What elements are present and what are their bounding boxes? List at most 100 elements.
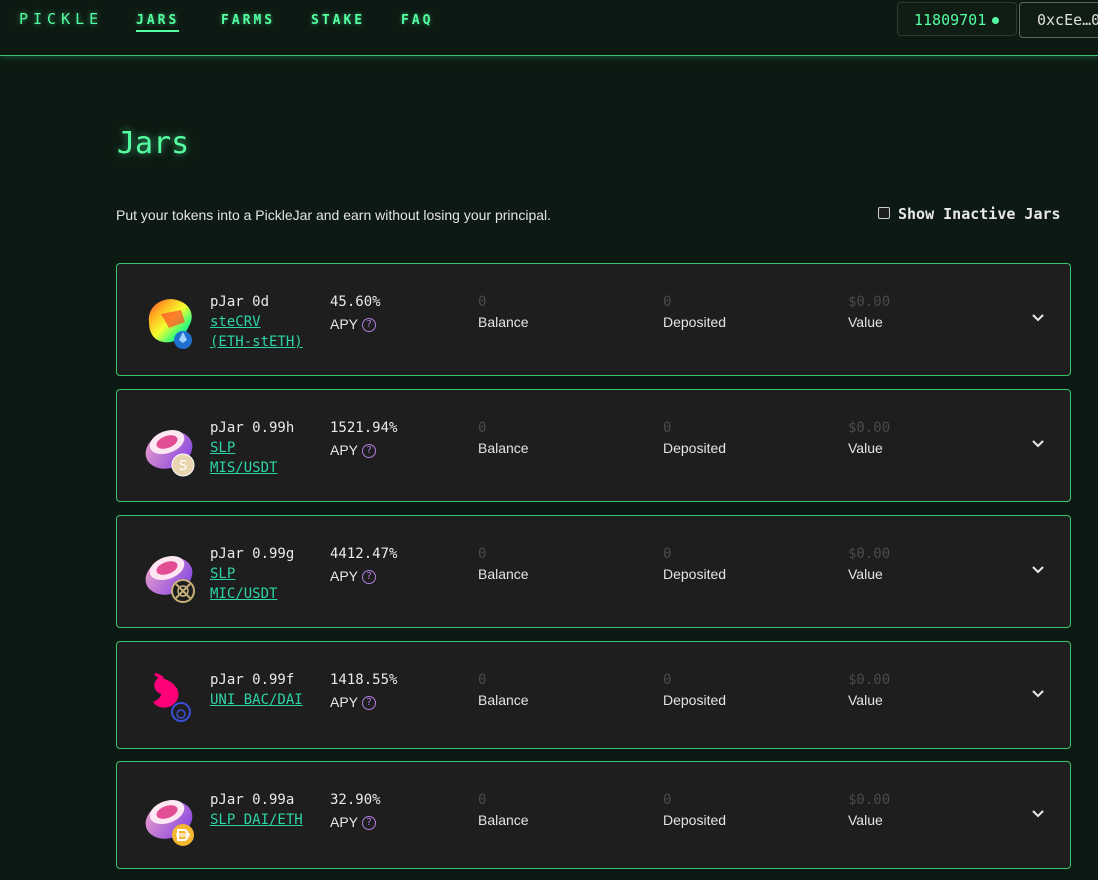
show-inactive-checkbox[interactable]: [878, 206, 890, 219]
jar-pair-link[interactable]: steCRV: [210, 312, 303, 332]
deposited-label: Deposited: [663, 440, 727, 456]
jar-card[interactable]: pJar 0.99g SLP MIC/USDT 4412.47% APY? 0 …: [116, 515, 1071, 628]
jar-balance: 0 Balance: [478, 544, 529, 584]
chevron-down-icon[interactable]: [1030, 436, 1046, 452]
block-number: 11809701: [914, 11, 987, 29]
jar-name: pJar 0.99g SLP MIC/USDT: [210, 544, 294, 604]
value-label: Value: [848, 566, 883, 582]
jar-apy: 4412.47% APY?: [330, 544, 397, 589]
jar-balance: 0 Balance: [478, 790, 529, 830]
pickle-logo[interactable]: PICKLE: [19, 10, 103, 28]
balance-label: Balance: [478, 812, 529, 828]
chevron-down-icon[interactable]: [1030, 686, 1046, 702]
top-nav: PICKLE JARS FARMS STAKE FAQ 11809701 0xc…: [0, 0, 1098, 56]
sushi-mic-icon: [145, 555, 195, 603]
value-amount: $0.00: [848, 420, 891, 436]
balance-label: Balance: [478, 440, 529, 456]
help-icon[interactable]: ?: [362, 444, 377, 458]
value-amount: $0.00: [848, 294, 891, 310]
jar-name: pJar 0.99h SLP MIS/USDT: [210, 418, 294, 478]
nav-link-stake[interactable]: STAKE: [311, 13, 365, 28]
balance-value: 0: [478, 792, 487, 808]
value-label: Value: [848, 314, 883, 330]
jar-apy: 1418.55% APY?: [330, 670, 397, 715]
jar-value: $0.00 Value: [848, 790, 890, 830]
show-inactive-label: Show Inactive Jars: [898, 205, 1061, 223]
jar-value: $0.00 Value: [848, 670, 890, 710]
chevron-down-icon[interactable]: [1030, 806, 1046, 822]
balance-value: 0: [478, 672, 487, 688]
wallet-button[interactable]: 0xcEe…0: [1019, 2, 1098, 38]
deposited-label: Deposited: [663, 692, 727, 708]
jar-apy: 32.90% APY?: [330, 790, 381, 835]
apy-label: APY: [330, 568, 359, 584]
help-icon[interactable]: ?: [362, 696, 377, 710]
jar-version: pJar 0.99f: [210, 672, 295, 688]
jar-value: $0.00 Value: [848, 292, 890, 332]
balance-label: Balance: [478, 566, 529, 582]
jar-apy: 45.60% APY?: [330, 292, 381, 337]
jar-version: pJar 0.99h: [210, 420, 295, 436]
jar-pair-link-line2[interactable]: (ETH-stETH): [210, 332, 303, 352]
value-amount: $0.00: [848, 792, 891, 808]
jar-apy: 1521.94% APY?: [330, 418, 397, 463]
jar-pair-link[interactable]: SLP DAI/ETH: [210, 810, 303, 830]
deposited-value: 0: [663, 420, 672, 436]
value-amount: $0.00: [848, 546, 891, 562]
jar-name: pJar 0d steCRV (ETH-stETH): [210, 292, 303, 352]
apy-value: 1418.55%: [330, 672, 398, 688]
page-subtitle: Put your tokens into a PickleJar and ear…: [116, 207, 552, 223]
jar-pair-link-line2[interactable]: MIC/USDT: [210, 584, 294, 604]
show-inactive-toggle[interactable]: Show Inactive Jars: [878, 205, 1061, 223]
jar-value: $0.00 Value: [848, 418, 890, 458]
jar-value: $0.00 Value: [848, 544, 890, 584]
balance-label: Balance: [478, 692, 529, 708]
value-label: Value: [848, 692, 883, 708]
apy-label: APY: [330, 814, 359, 830]
jar-deposited: 0 Deposited: [663, 544, 726, 584]
jar-version: pJar 0.99a: [210, 792, 295, 808]
apy-value: 4412.47%: [330, 546, 398, 562]
jar-name: pJar 0.99a SLP DAI/ETH: [210, 790, 303, 830]
help-icon[interactable]: ?: [362, 318, 377, 332]
help-icon[interactable]: ?: [362, 570, 377, 584]
nav-link-farms[interactable]: FARMS: [221, 13, 275, 28]
jar-card[interactable]: S pJar 0.99h SLP MIS/USDT 1521.94% APY? …: [116, 389, 1071, 502]
jar-pair-link-line2[interactable]: MIS/USDT: [210, 458, 294, 478]
nav-link-jars[interactable]: JARS: [136, 13, 180, 32]
jar-version: pJar 0d: [210, 294, 270, 310]
page-title: Jars: [117, 126, 190, 161]
jar-version: pJar 0.99g: [210, 546, 295, 562]
jar-card[interactable]: pJar 0d steCRV (ETH-stETH) 45.60% APY? 0…: [116, 263, 1071, 376]
jar-card[interactable]: pJar 0.99a SLP DAI/ETH 32.90% APY? 0 Bal…: [116, 761, 1071, 869]
apy-label: APY: [330, 316, 359, 332]
jar-pair-link[interactable]: UNI BAC/DAI: [210, 690, 303, 710]
jar-deposited: 0 Deposited: [663, 790, 726, 830]
block-number-badge: 11809701: [897, 2, 1017, 36]
value-label: Value: [848, 440, 883, 456]
apy-label: APY: [330, 694, 359, 710]
curve-steth-icon: [148, 299, 192, 349]
apy-value: 1521.94%: [330, 420, 398, 436]
apy-value: 32.90%: [330, 792, 381, 808]
sushi-mis-icon: S: [145, 429, 195, 477]
chevron-down-icon[interactable]: [1030, 310, 1046, 326]
nav-link-faq[interactable]: FAQ: [401, 13, 433, 28]
sushi-dai-icon: [145, 799, 194, 846]
deposited-value: 0: [663, 294, 672, 310]
jar-pair-link[interactable]: SLP: [210, 564, 294, 584]
chevron-down-icon[interactable]: [1030, 562, 1046, 578]
balance-value: 0: [478, 420, 487, 436]
jar-card[interactable]: pJar 0.99f UNI BAC/DAI 1418.55% APY? 0 B…: [116, 641, 1071, 749]
status-dot-icon: [992, 17, 1000, 24]
balance-value: 0: [478, 546, 487, 562]
jar-pair-link[interactable]: SLP: [210, 438, 294, 458]
deposited-value: 0: [663, 672, 672, 688]
deposited-label: Deposited: [663, 812, 727, 828]
jar-deposited: 0 Deposited: [663, 292, 726, 332]
balance-value: 0: [478, 294, 487, 310]
help-icon[interactable]: ?: [362, 816, 377, 830]
apy-label: APY: [330, 442, 359, 458]
deposited-value: 0: [663, 546, 672, 562]
uniswap-bac-icon: [153, 672, 191, 722]
